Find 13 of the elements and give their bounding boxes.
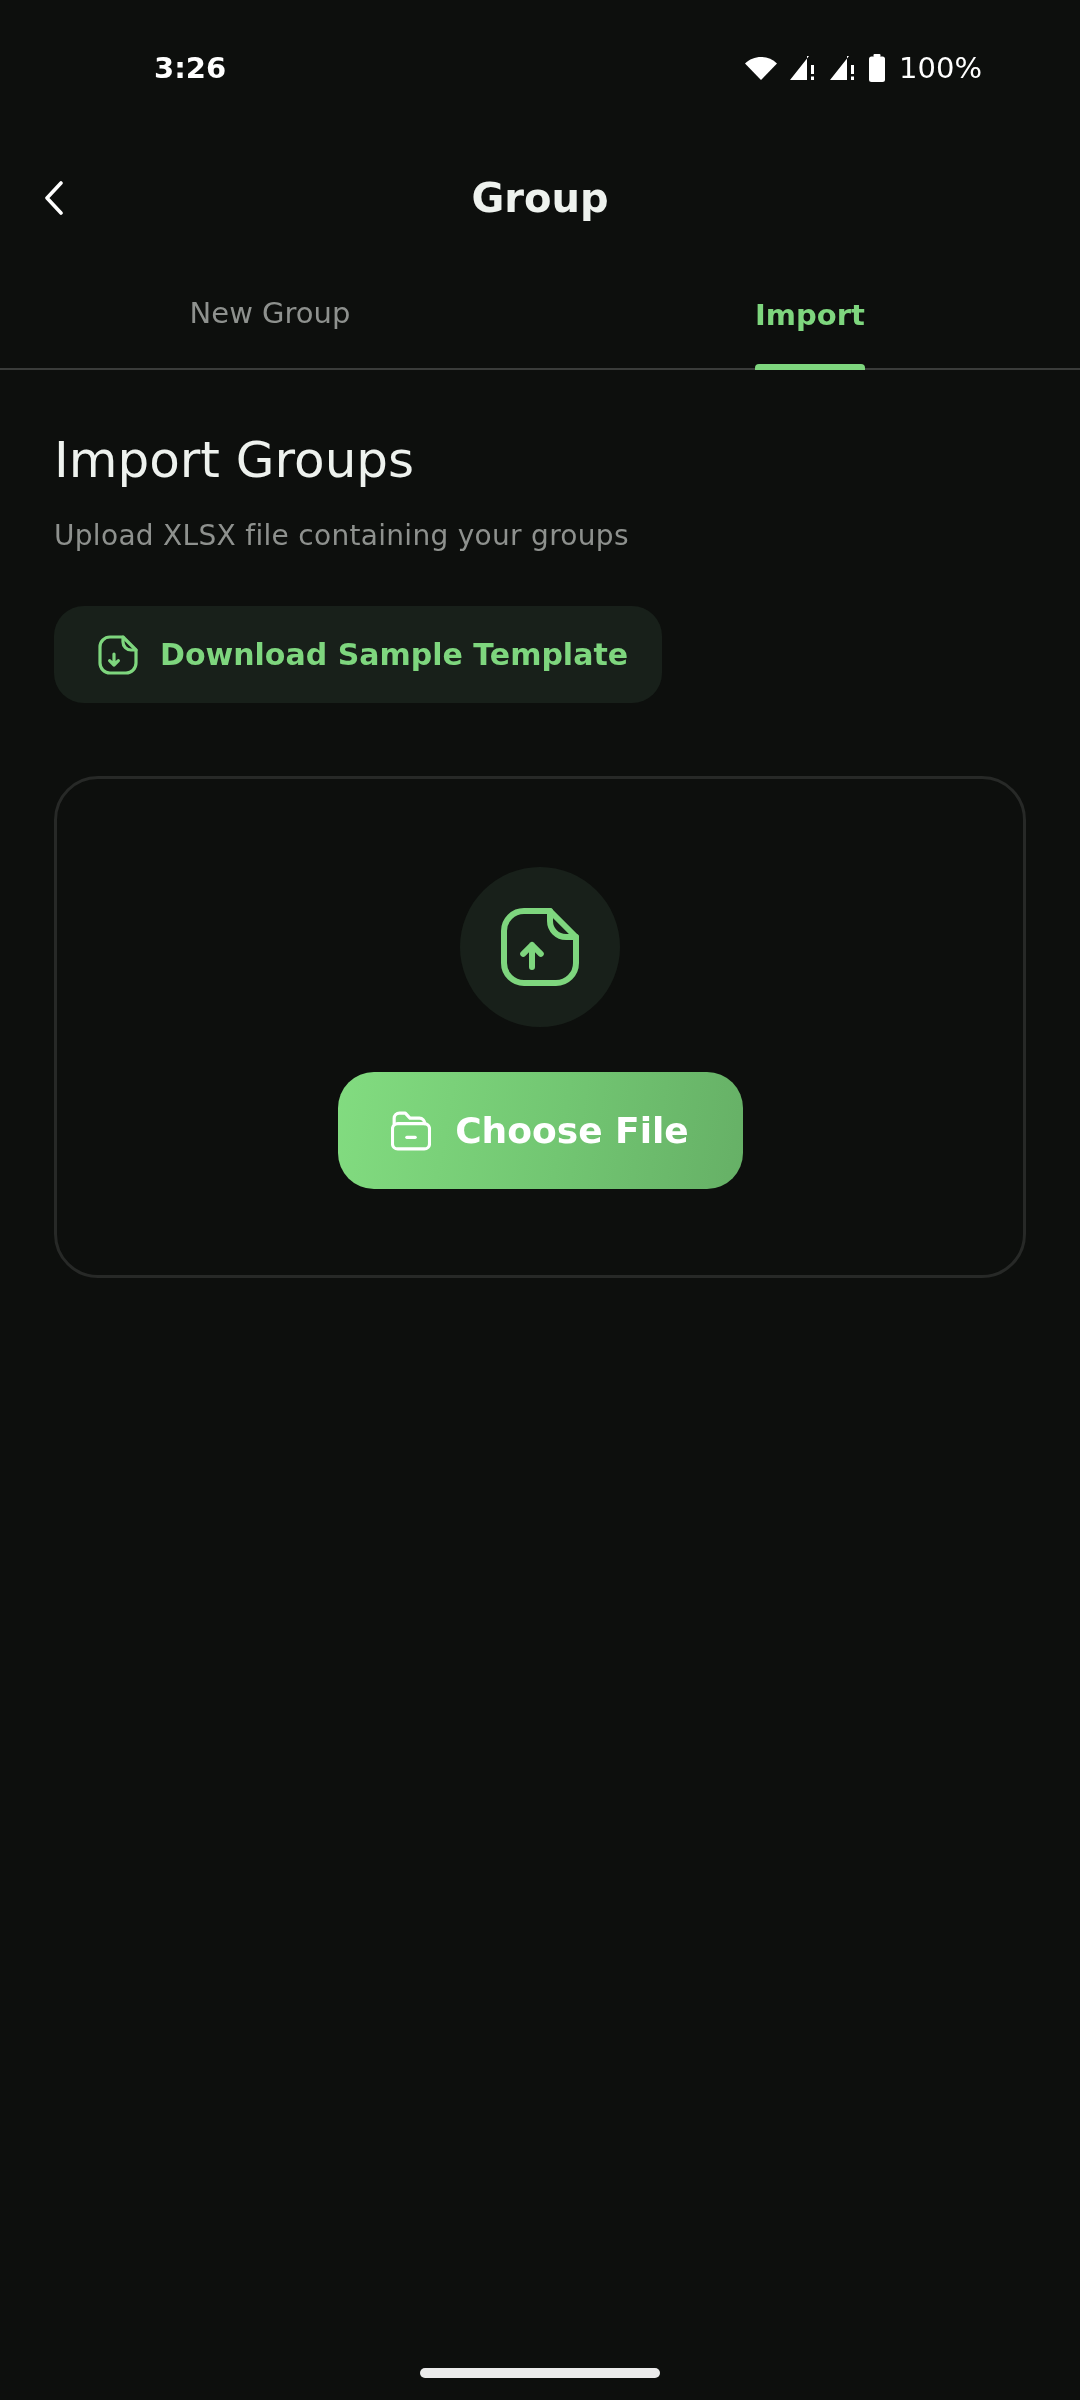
tab[interactable]: New Group	[189, 260, 351, 368]
wifi-icon	[745, 56, 778, 80]
file-download-icon	[98, 634, 138, 675]
battery-icon	[869, 54, 886, 82]
folder-icon	[391, 1109, 432, 1152]
section-subtitle: Upload XLSX file containing your groups	[54, 518, 629, 554]
section-title: Import Groups	[54, 430, 415, 491]
page-title: Group	[471, 175, 609, 221]
battery-percentage: 100%	[899, 51, 982, 85]
tab[interactable]: Import	[755, 260, 865, 368]
back-icon	[44, 181, 64, 215]
status-time: 3:26	[154, 51, 227, 85]
download-template-button[interactable]: Download Sample Template	[54, 606, 663, 703]
